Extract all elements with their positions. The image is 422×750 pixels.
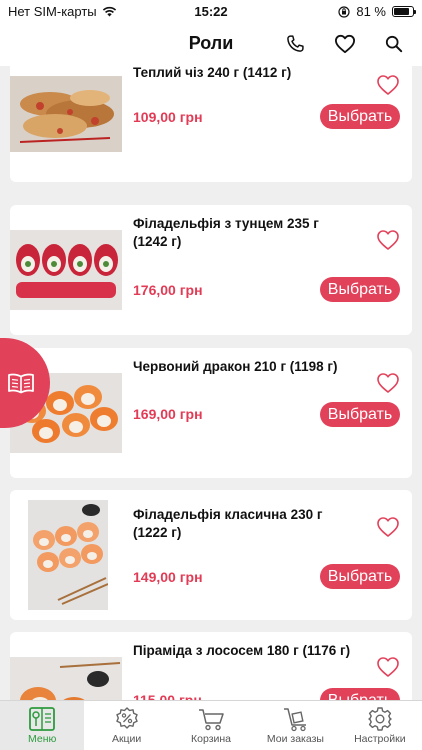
- discount-gear-icon: [115, 707, 138, 729]
- tab-cart[interactable]: Корзина: [169, 701, 253, 750]
- favorite-heart-icon[interactable]: [376, 656, 400, 678]
- battery-fill: [394, 8, 409, 15]
- tab-menu[interactable]: Меню: [0, 701, 85, 750]
- phone-button[interactable]: [283, 32, 307, 56]
- nav-bar: Роли: [0, 22, 422, 66]
- product-price: 149,00 грн: [133, 569, 203, 585]
- battery-icon: [392, 6, 416, 17]
- orientation-lock-icon: [338, 5, 350, 18]
- tab-orders[interactable]: Мои заказы: [253, 701, 337, 750]
- product-image: [10, 230, 122, 310]
- status-right: 81 %: [338, 4, 416, 19]
- settings-gear-icon: [368, 707, 392, 731]
- tab-label: Меню: [28, 733, 57, 745]
- status-bar: Нет SIM-карты 15:22 81 %: [0, 0, 422, 22]
- product-card[interactable]: Теплий чіз 240 г (1412 г) 109,00 грн Выб…: [10, 66, 412, 182]
- tab-label: Мои заказы: [266, 733, 324, 745]
- search-button[interactable]: [382, 32, 406, 56]
- select-button[interactable]: Выбрать: [320, 402, 400, 427]
- select-button[interactable]: Выбрать: [320, 277, 400, 302]
- tab-bar: Меню Акции Корзина Мои заказы Настройки: [0, 700, 422, 750]
- product-image: [10, 76, 122, 152]
- product-card[interactable]: Філадельфія з тунцем 235 г (1242 г) 176,…: [10, 205, 412, 335]
- select-button[interactable]: Выбрать: [320, 564, 400, 589]
- favorites-button[interactable]: [333, 32, 357, 56]
- favorite-heart-icon[interactable]: [376, 74, 400, 96]
- product-price: 115,00 грн: [133, 692, 202, 700]
- favorite-heart-icon[interactable]: [376, 372, 400, 394]
- select-button[interactable]: Выбрать: [320, 688, 400, 700]
- product-card[interactable]: Червоний дракон 210 г (1198 г) 169,00 гр…: [10, 348, 412, 478]
- tab-label: Корзина: [191, 733, 232, 745]
- favorite-heart-icon[interactable]: [376, 229, 400, 251]
- page-title: Роли: [188, 33, 234, 53]
- cart-icon: [199, 709, 224, 731]
- tab-label: Настройки: [354, 733, 406, 745]
- tab-label: Акции: [111, 733, 142, 745]
- product-list[interactable]: Теплий чіз 240 г (1412 г) 109,00 грн Выб…: [0, 66, 422, 700]
- search-icon: [385, 35, 403, 53]
- product-image: [28, 500, 108, 610]
- tab-settings[interactable]: Настройки: [338, 701, 422, 750]
- tab-promotions[interactable]: Акции: [84, 701, 168, 750]
- heart-icon: [334, 34, 355, 54]
- delivery-cart-icon: [284, 708, 307, 732]
- battery-percent: 81 %: [356, 4, 386, 19]
- favorite-heart-icon[interactable]: [376, 516, 400, 538]
- product-name: Філадельфія з тунцем 235 г (1242 г): [133, 216, 319, 249]
- product-price: 169,00 грн: [133, 406, 203, 422]
- open-book-icon: [8, 373, 34, 394]
- product-price: 109,00 грн: [133, 109, 203, 125]
- menu-book-icon: [29, 707, 56, 731]
- product-image: [10, 657, 122, 700]
- select-button[interactable]: Выбрать: [320, 104, 400, 129]
- product-card[interactable]: Піраміда з лососем 180 г (1176 г) 115,00…: [10, 632, 412, 700]
- product-name: Філадельфія класична 230 г (1222 г): [133, 507, 323, 540]
- product-card[interactable]: Філадельфія класична 230 г (1222 г) 149,…: [10, 490, 412, 620]
- product-price: 176,00 грн: [133, 282, 203, 298]
- product-name: Теплий чіз 240 г (1412 г): [133, 66, 292, 80]
- product-name: Червоний дракон 210 г (1198 г): [133, 359, 338, 374]
- phone-icon: [287, 35, 304, 52]
- product-name: Піраміда з лососем 180 г (1176 г): [133, 643, 351, 658]
